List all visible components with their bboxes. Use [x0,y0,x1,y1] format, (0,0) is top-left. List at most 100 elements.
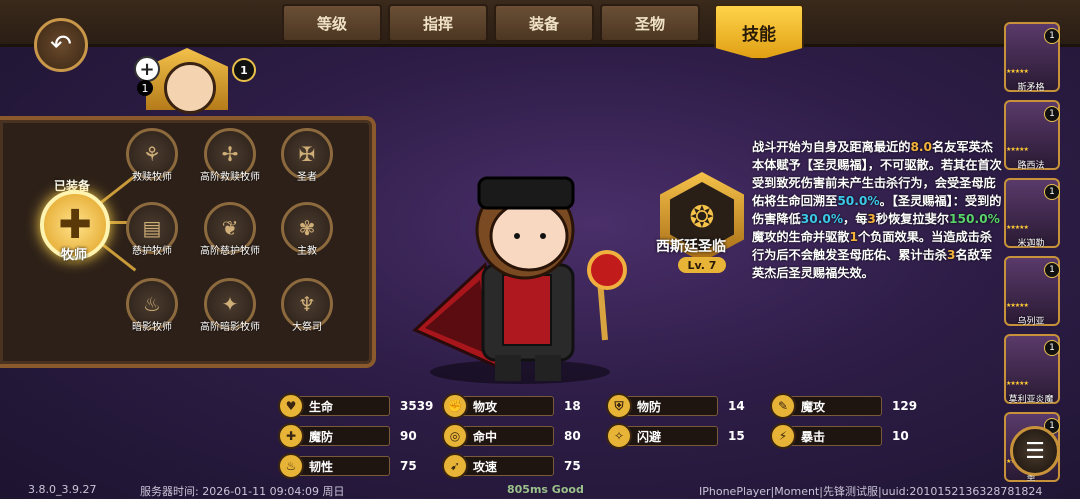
roster-level-badge: 1 [1044,106,1060,122]
stat-value: 18 [564,399,581,413]
mask-icon: ♆ [298,292,316,316]
book-icon: ▤ [142,216,162,240]
skill-level: Lv. 7 [678,257,726,273]
roster-hero-name: 路西法 [1017,161,1045,171]
stat-label: 命中 [458,426,554,446]
stat-row: ♨ 韧性 75 [278,453,417,479]
roster-hero-name: 莫利亚炎魔 [1008,395,1054,405]
stat-row: ⚡ 暴击 10 [770,423,909,449]
roster-level-badge: 1 [1044,184,1060,200]
stat-icon: ✊ [442,393,468,419]
tab-skill[interactable]: 技能 [714,4,804,60]
stat-row: ◎ 命中 80 [442,423,581,449]
description-segment: 50.0% [837,194,880,208]
stat-label: 攻速 [458,456,554,476]
stat-label: 魔攻 [786,396,882,416]
equipped-skill-name: 牧师 [61,248,88,263]
node-label: 主教 [297,246,317,257]
back-arrow-icon: ↶ [50,30,72,60]
roster-level-badge: 1 [1044,340,1060,356]
node-label: 暗影牧师 [132,322,172,333]
stat-value: 129 [892,399,918,413]
skill-description: 战斗开始为自身及距离最近的8.0名友军英杰本体赋予【圣灵赐福】，不可驱散。若其在… [752,138,1002,282]
description-segment: ，每 [843,212,868,226]
back-button[interactable]: ↶ [34,18,88,72]
description-segment: 秒恢复拉斐尔 [875,212,950,226]
flame-icon: ♨ [143,292,161,316]
stat-icon: ♥ [278,393,304,419]
wings-icon: ✢ [221,142,239,166]
node-label: 高阶暗影牧师 [200,322,260,333]
star-rating: ★★★★★ [1006,68,1029,75]
stat-label: 闪避 [622,426,718,446]
stat-row: ⛨ 物防 14 [606,393,745,419]
roster-level-badge: 1 [1044,28,1060,44]
description-segment: 150.0% [949,212,1000,226]
tab-level[interactable]: 等级 [282,4,382,42]
hero-character [412,176,627,381]
node-label: 救赎牧师 [132,172,172,183]
tab-bar: 等级 指挥 装备 圣物 技能 [282,4,804,60]
stat-icon: ✚ [278,423,304,449]
node-label: 大祭司 [292,322,322,333]
star-rating: ★★★★★ [1006,224,1029,231]
stat-row: ➹ 攻速 75 [442,453,581,479]
skill-name: 西斯廷圣临 [656,239,726,255]
footer-bar: 3.8.0_3.9.27 服务器时间: 2026-01-11 09:04:09 … [0,482,1080,498]
description-segment: 30.0% [800,212,844,226]
description-segment: 3 [867,212,876,226]
server-time-text: 服务器时间: 2026-01-11 09:04:09 周日 [140,485,345,498]
description-segment: 魔攻的生命并驱散 [752,230,850,244]
hands-icon: ⚘ [143,142,161,166]
stat-row: ♥ 生命 3539 [278,393,433,419]
menu-icon: ☰ [1025,438,1045,464]
stat-label: 韧性 [294,456,390,476]
small-level-badge: 1 [137,80,153,96]
stat-label: 物攻 [458,396,554,416]
menu-button[interactable]: ☰ [1010,426,1060,476]
stat-value: 75 [400,459,417,473]
stat-value: 10 [892,429,909,443]
node-label: 高阶慈护牧师 [200,246,260,257]
hero-avatar [164,62,216,114]
stat-value: 75 [564,459,581,473]
roster-level-badge: 1 [1044,262,1060,278]
node-label: 圣者 [297,172,317,183]
star-icon: ✦ [221,292,239,316]
stat-row: ✚ 魔防 90 [278,423,417,449]
stat-row: ✊ 物攻 18 [442,393,581,419]
version-text: 3.8.0_3.9.27 [28,483,97,496]
roster-hero-name: 米迦勒 [1017,239,1045,249]
stat-row: ✧ 闪避 15 [606,423,745,449]
star-rating: ★★★★★ [1006,146,1029,153]
add-icon[interactable]: + [134,56,160,82]
stat-icon: ♨ [278,453,304,479]
stat-icon: ➹ [442,453,468,479]
node-label: 慈护牧师 [132,246,172,257]
stat-icon: ✧ [606,423,632,449]
stat-value: 80 [564,429,581,443]
tab-equipment[interactable]: 装备 [494,4,594,42]
stat-value: 15 [728,429,745,443]
tab-command[interactable]: 指挥 [388,4,488,42]
ping-text: 805ms Good [507,483,584,496]
stat-label: 物防 [622,396,718,416]
wings-icon: ❦ [221,216,239,240]
stat-label: 魔防 [294,426,390,446]
description-segment: 战斗开始为自身及距离最近的 [752,140,911,154]
description-segment: 1 [849,230,858,244]
stat-icon: ⛨ [606,393,632,419]
device-info-text: IPhonePlayer|Moment|先锋测试服|uuid:201015213… [699,485,1043,498]
stat-icon: ◎ [442,423,468,449]
node-label: 高阶救赎牧师 [200,172,260,183]
stat-label: 暴击 [786,426,882,446]
cross-icon: ✚ [58,202,92,248]
stat-label: 生命 [294,396,390,416]
roster-hero-name: 斯矛格 [1017,83,1045,93]
angel-icon: ✠ [298,142,316,166]
star-rating: ★★★★★ [1006,302,1029,309]
tab-relic[interactable]: 圣物 [600,4,700,42]
description-segment: 8.0 [910,140,933,154]
stat-value: 14 [728,399,745,413]
stat-icon: ⚡ [770,423,796,449]
